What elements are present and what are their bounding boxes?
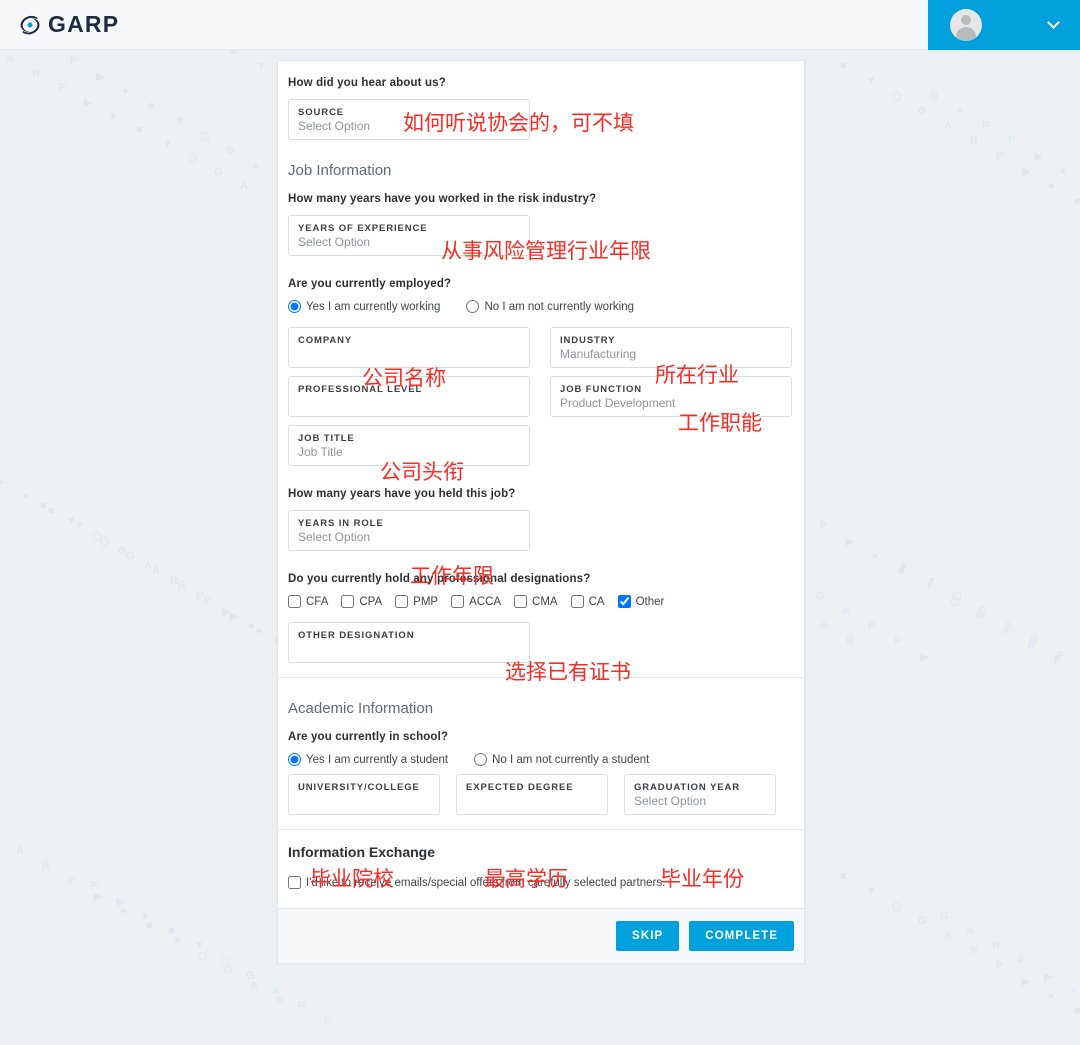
section-title-job-information: Job Information [288,162,392,179]
designation-checkbox-pmp[interactable]: PMP [395,595,438,608]
designation-checkbox-other[interactable]: Other [617,595,665,608]
radio-student-no[interactable]: No I am not currently a student [474,753,649,766]
radio-employed-yes[interactable]: Yes I am currently working [288,300,440,313]
app-header: GARP [0,0,1080,50]
years-of-experience-label: YEARS OF EXPERIENCE [298,223,428,234]
designation-checkbox-cfa[interactable]: CFA [288,595,328,608]
radio-employed-yes-label: Yes I am currently working [306,300,441,313]
user-avatar-icon [950,9,982,41]
marketing-opt-in-label: I'd like to receive emails/special offer… [306,876,666,889]
expected-degree-select[interactable]: EXPECTED DEGREE [456,774,608,815]
years-in-role-value: Select Option [298,530,371,544]
expected-degree-label: EXPECTED DEGREE [466,782,574,793]
student-radio-group: Yes I am currently a student No I am not… [288,753,794,766]
question-years-in-risk-industry: How many years have you worked in the ri… [288,193,597,205]
section-title-information-exchange: Information Exchange [288,844,436,860]
radio-employed-no-input[interactable] [466,300,480,313]
radio-employed-no[interactable]: No I am not currently working [466,300,634,313]
form-body: How did you hear about us? SOURCE Select… [278,61,804,908]
question-years-in-role: How many years have you held this job? [288,488,516,500]
job-function-value: Product Development [560,396,676,410]
chevron-down-icon[interactable] [1047,16,1060,29]
source-select[interactable]: SOURCE Select Option [288,99,530,140]
radio-student-yes-label: Yes I am currently a student [306,753,449,766]
garp-logo[interactable]: GARP [18,11,119,38]
industry-label: INDUSTRY [560,335,616,346]
section-title-academic-information: Academic Information [288,700,434,717]
job-function-select[interactable]: JOB FUNCTION Product Development [550,376,792,417]
designation-checkbox-input-acca[interactable] [451,595,465,608]
radio-employed-yes-input[interactable] [288,300,301,313]
designation-checkbox-label: PMP [413,595,439,608]
garp-swirl-logo-icon [20,15,40,34]
years-of-experience-select[interactable]: YEARS OF EXPERIENCE Select Option [288,215,530,256]
user-account-menu[interactable] [928,0,1080,50]
job-function-label: JOB FUNCTION [560,384,643,395]
question-hear-about-us: How did you hear about us? [288,77,446,89]
designation-checkbox-cpa[interactable]: CPA [341,595,382,608]
complete-button[interactable]: COMPLETE [689,921,794,951]
designation-checkbox-input-cfa[interactable] [288,595,301,608]
designation-checkbox-ca[interactable]: CA [570,595,605,608]
source-label: SOURCE [298,107,345,118]
company-label: COMPANY [298,335,353,346]
other-designation-label: OTHER DESIGNATION [298,630,415,641]
designation-checkbox-label: ACCA [469,595,502,608]
employment-radio-group: Yes I am currently working No I am not c… [288,300,794,313]
radio-student-no-label: No I am not currently a student [492,753,650,766]
academic-fields-row: UNIVERSITY/COLLEGE EXPECTED DEGREE GRADU… [288,774,794,815]
designation-checkbox-acca[interactable]: ACCA [451,595,501,608]
graduation-year-select[interactable]: GRADUATION YEAR Select Option [624,774,776,815]
marketing-opt-in-input[interactable] [288,876,301,889]
other-designation-input[interactable]: OTHER DESIGNATION [288,622,530,663]
radio-employed-no-label: No I am not currently working [484,300,634,313]
designation-checkbox-input-cma[interactable] [514,595,528,608]
designation-checkbox-cma[interactable]: CMA [514,595,558,608]
profile-form-card: How did you hear about us? SOURCE Select… [277,60,805,964]
form-footer: SKIP COMPLETE [278,908,804,963]
graduation-year-label: GRADUATION YEAR [634,782,741,793]
radio-student-no-input[interactable] [474,753,488,766]
university-college-label: UNIVERSITY/COLLEGE [298,782,420,793]
skip-button[interactable]: SKIP [616,921,680,951]
graduation-year-value: Select Option [634,794,707,808]
employer-fields-row-2: PROFESSIONAL LEVEL JOB FUNCTION Product … [288,376,794,417]
question-currently-employed: Are you currently employed? [288,278,452,290]
professional-level-select[interactable]: PROFESSIONAL LEVEL [288,376,530,417]
industry-value: Manufacturing [560,347,637,361]
professional-level-label: PROFESSIONAL LEVEL [298,384,423,395]
university-college-input[interactable]: UNIVERSITY/COLLEGE [288,774,440,815]
years-in-role-label: YEARS IN ROLE [298,518,384,529]
years-in-role-select[interactable]: YEARS IN ROLE Select Option [288,510,530,551]
marketing-opt-in-checkbox[interactable]: I'd like to receive emails/special offer… [288,876,665,889]
designation-checkbox-label: Other [635,595,665,608]
years-of-experience-value: Select Option [298,235,371,249]
job-title-input[interactable]: JOB TITLE Job Title [288,425,530,466]
designation-checkbox-label: CFA [306,595,329,608]
designation-checkbox-input-ca[interactable] [570,595,584,608]
radio-student-yes[interactable]: Yes I am currently a student [288,753,448,766]
designation-checkbox-input-cpa[interactable] [341,595,355,608]
designation-checkbox-input-pmp[interactable] [395,595,409,608]
job-title-value: Job Title [298,445,343,459]
question-currently-in-school: Are you currently in school? [288,731,449,743]
designation-checkbox-label: CPA [359,595,383,608]
source-value: Select Option [298,119,371,133]
question-professional-designations: Do you currently hold any professional d… [288,573,591,585]
job-title-label: JOB TITLE [298,433,355,444]
designations-checkbox-group: CFA CPA PMP ACCA CMA CA Other [288,595,794,608]
logo-text: GARP [48,11,120,37]
designation-checkbox-input-other[interactable] [617,595,631,608]
radio-student-yes-input[interactable] [288,753,301,766]
industry-select[interactable]: INDUSTRY Manufacturing [550,327,792,368]
designation-checkbox-label: CA [588,595,605,608]
company-input[interactable]: COMPANY [288,327,530,368]
designation-checkbox-label: CMA [532,595,558,608]
employer-fields-row-3: JOB TITLE Job Title [288,425,794,466]
employer-fields-row-1: COMPANY INDUSTRY Manufacturing [288,327,794,368]
